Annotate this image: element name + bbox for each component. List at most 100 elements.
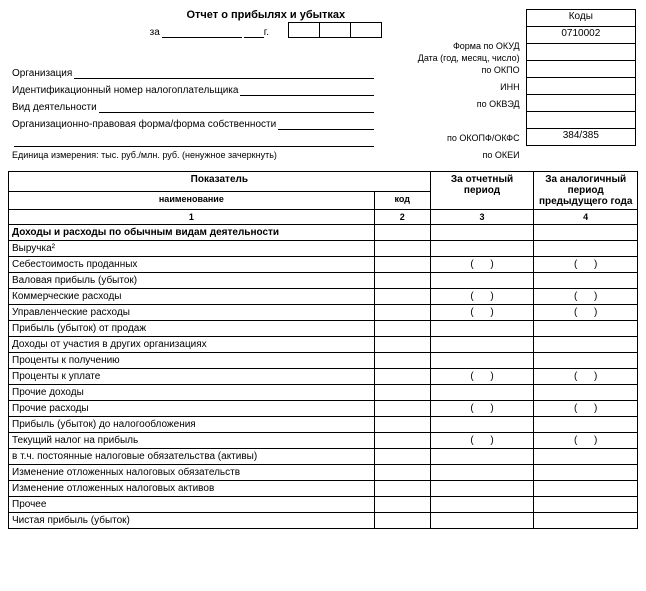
date-box-1[interactable]: [288, 22, 320, 38]
date-prefix: за: [150, 27, 160, 38]
row-code[interactable]: [374, 273, 430, 289]
okopf-code-cell[interactable]: [526, 112, 635, 129]
row-name: Прибыль (убыток) от продаж: [9, 321, 375, 337]
row-value-current[interactable]: [430, 241, 534, 257]
row-code[interactable]: [374, 513, 430, 529]
row-value-previous[interactable]: ( ): [534, 401, 638, 417]
inn-code-cell[interactable]: [526, 78, 635, 95]
row-value-current[interactable]: [430, 353, 534, 369]
inn-input[interactable]: [240, 83, 374, 96]
row-value-current[interactable]: [430, 449, 534, 465]
table-row: Доходы и расходы по обычным видам деятел…: [9, 225, 638, 241]
row-value-previous[interactable]: ( ): [534, 433, 638, 449]
table-row: Прочее: [9, 497, 638, 513]
table-row: в т.ч. постоянные налоговые обязательств…: [9, 449, 638, 465]
row-value-current[interactable]: [430, 417, 534, 433]
row-value-previous[interactable]: ( ): [534, 369, 638, 385]
row-value-current[interactable]: [430, 481, 534, 497]
row-value-previous[interactable]: ( ): [534, 305, 638, 321]
okei-label: по ОКЕИ: [378, 149, 521, 162]
row-value-previous[interactable]: [534, 353, 638, 369]
row-value-current[interactable]: ( ): [430, 257, 534, 273]
date-box-3[interactable]: [350, 22, 382, 38]
row-code[interactable]: [374, 497, 430, 513]
row-code[interactable]: [374, 401, 430, 417]
date-box-2[interactable]: [319, 22, 351, 38]
row-value-current[interactable]: [430, 273, 534, 289]
row-value-previous[interactable]: [534, 385, 638, 401]
unit-label: Единица измерения: тыс. руб./млн. руб. (…: [12, 150, 277, 160]
table-row: Прочие расходы ( )( ): [9, 401, 638, 417]
okei-code: 384/385: [526, 129, 635, 146]
row-value-current[interactable]: [430, 497, 534, 513]
row-value-current[interactable]: [430, 337, 534, 353]
row-value-current[interactable]: [430, 225, 534, 241]
activity-input[interactable]: [99, 100, 375, 113]
table-row: Коммерческие расходы ( )( ): [9, 289, 638, 305]
row-value-current[interactable]: ( ): [430, 401, 534, 417]
row-code[interactable]: [374, 337, 430, 353]
row-value-current[interactable]: ( ): [430, 369, 534, 385]
row-code[interactable]: [374, 449, 430, 465]
row-value-previous[interactable]: [534, 273, 638, 289]
table-row: Себестоимость проданных( )( ): [9, 257, 638, 273]
row-code[interactable]: [374, 433, 430, 449]
row-code[interactable]: [374, 289, 430, 305]
row-code[interactable]: [374, 465, 430, 481]
row-name: Управленческие расходы: [9, 305, 375, 321]
row-code[interactable]: [374, 241, 430, 257]
row-code[interactable]: [374, 353, 430, 369]
codes-header: Коды: [526, 10, 635, 27]
row-value-current[interactable]: [430, 465, 534, 481]
row-value-current[interactable]: [430, 385, 534, 401]
col-header-period2: За аналогичный период предыдущего года: [534, 172, 638, 210]
row-value-previous[interactable]: [534, 337, 638, 353]
header-fields: Форма по ОКУД Дата (год, месяц, число) О…: [10, 40, 522, 162]
row-value-previous[interactable]: [534, 465, 638, 481]
row-value-current[interactable]: [430, 513, 534, 529]
legal-input[interactable]: [278, 117, 374, 130]
row-code[interactable]: [374, 369, 430, 385]
row-name: Проценты к уплате: [9, 369, 375, 385]
okud-label: Форма по ОКУД: [378, 40, 521, 52]
row-code[interactable]: [374, 385, 430, 401]
okved-code-cell[interactable]: [526, 95, 635, 112]
row-name: Прочие расходы: [9, 401, 375, 417]
header-block: Отчет о прибылях и убытках за г. Форма п…: [8, 8, 638, 163]
date-code-cell[interactable]: [526, 44, 635, 61]
row-value-previous[interactable]: [534, 241, 638, 257]
row-code[interactable]: [374, 417, 430, 433]
year-line[interactable]: [244, 37, 264, 38]
row-value-current[interactable]: ( ): [430, 289, 534, 305]
row-code[interactable]: [374, 225, 430, 241]
row-code[interactable]: [374, 257, 430, 273]
row-value-previous[interactable]: ( ): [534, 289, 638, 305]
hnum-4: 4: [534, 210, 638, 225]
row-name: Прибыль (убыток) до налогообложения: [9, 417, 375, 433]
row-value-previous[interactable]: [534, 417, 638, 433]
row-code[interactable]: [374, 321, 430, 337]
row-name: Прочие доходы: [9, 385, 375, 401]
row-value-previous[interactable]: [534, 497, 638, 513]
row-value-previous[interactable]: [534, 449, 638, 465]
table-row: Валовая прибыль (убыток): [9, 273, 638, 289]
legal-input-2[interactable]: [14, 134, 374, 147]
okpo-code-cell[interactable]: [526, 61, 635, 78]
col-header-period1: За отчетный период: [430, 172, 534, 210]
table-row: Прибыль (убыток) от продаж: [9, 321, 638, 337]
row-value-current[interactable]: ( ): [430, 305, 534, 321]
row-code[interactable]: [374, 305, 430, 321]
row-value-current[interactable]: [430, 321, 534, 337]
row-value-previous[interactable]: [534, 513, 638, 529]
legal-label: Организационно-правовая форма/форма собс…: [12, 119, 276, 130]
row-name: Доходы и расходы по обычным видам деятел…: [9, 225, 375, 241]
row-value-previous[interactable]: [534, 225, 638, 241]
period-line[interactable]: [162, 25, 242, 38]
row-name: Коммерческие расходы: [9, 289, 375, 305]
row-value-previous[interactable]: ( ): [534, 257, 638, 273]
row-value-previous[interactable]: [534, 321, 638, 337]
org-input[interactable]: [74, 66, 374, 79]
row-code[interactable]: [374, 481, 430, 497]
row-value-previous[interactable]: [534, 481, 638, 497]
row-value-current[interactable]: ( ): [430, 433, 534, 449]
